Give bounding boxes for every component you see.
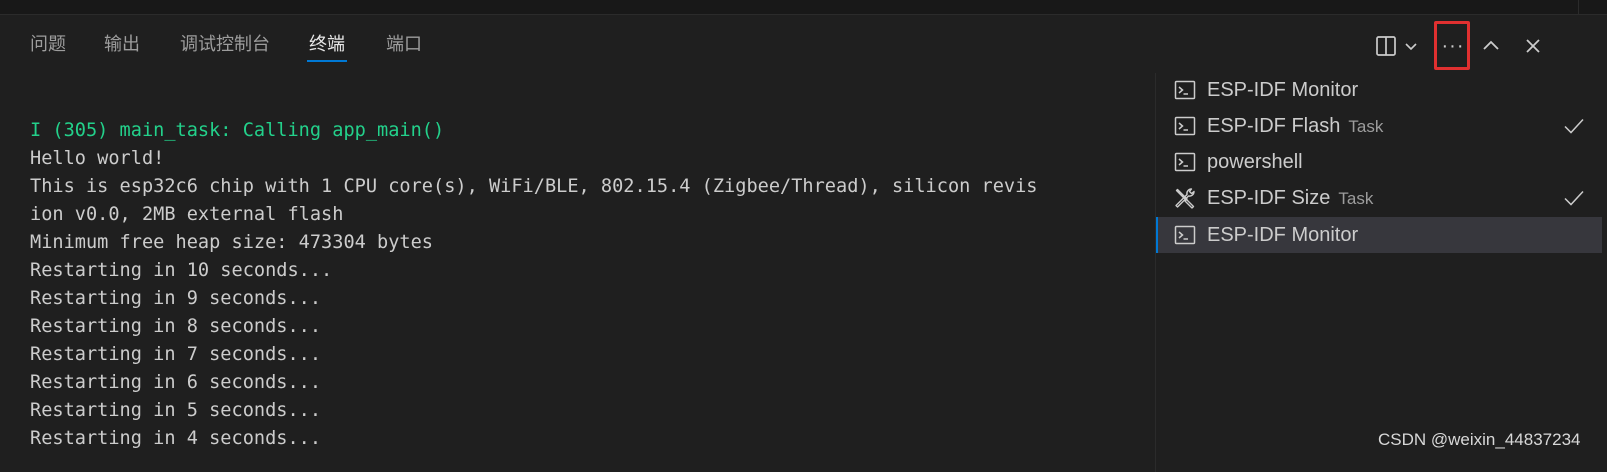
- tools-icon: [1175, 188, 1195, 209]
- tab-output[interactable]: 输出: [104, 31, 140, 61]
- tab-ports[interactable]: 端口: [386, 31, 422, 61]
- terminal-tab-kind: Task: [1348, 117, 1384, 136]
- editor-bottom-edge: [0, 0, 1607, 15]
- split-terminal-icon: [1376, 36, 1396, 56]
- terminal-tab-label: ESP-IDF Monitor: [1207, 76, 1358, 104]
- tab-problems[interactable]: 问题: [30, 31, 66, 61]
- terminal-line: Restarting in 6 seconds...: [30, 372, 322, 393]
- terminal-tab-name: ESP-IDF Monitor: [1207, 79, 1359, 101]
- terminal-line: Hello world!: [30, 148, 165, 169]
- terminal-line: Restarting in 10 seconds...: [30, 260, 333, 281]
- check-icon: [1564, 190, 1584, 206]
- terminal-tab-label: ESP-IDF Monitor: [1207, 221, 1358, 249]
- terminal-tab-esp-idf-monitor-active[interactable]: ESP-IDF Monitor: [1156, 217, 1602, 253]
- terminal-line: This is esp32c6 chip with 1 CPU core(s),…: [30, 176, 1038, 197]
- terminal-tab-powershell[interactable]: powershell: [1156, 144, 1602, 180]
- terminal-line: ion v0.0, 2MB external flash: [30, 204, 344, 225]
- tab-debug-console[interactable]: 调试控制台: [180, 31, 270, 61]
- more-actions-button[interactable]: ···: [1436, 32, 1470, 60]
- terminal-tab-label: powershell: [1207, 148, 1303, 176]
- terminal-line: Restarting in 7 seconds...: [30, 344, 322, 365]
- editor-divider: [1578, 0, 1579, 14]
- terminal-tab-esp-idf-size[interactable]: ESP-IDF Size Task: [1156, 180, 1602, 216]
- check-icon: [1564, 118, 1584, 134]
- terminal-line: Restarting in 9 seconds...: [30, 288, 322, 309]
- terminal-tab-name: powershell: [1207, 151, 1303, 173]
- terminal-tab-name: ESP-IDF Size: [1207, 187, 1331, 209]
- terminal-tab-name: ESP-IDF Monitor: [1207, 224, 1359, 246]
- terminal-tab-label: ESP-IDF Size Task: [1207, 184, 1373, 213]
- tab-terminal[interactable]: 终端: [307, 31, 347, 62]
- terminal-line: I (305) main_task: Calling app_main(): [30, 120, 445, 141]
- terminal-icon: [1174, 116, 1196, 136]
- close-panel-button[interactable]: [1519, 32, 1547, 60]
- launch-profile-dropdown-button[interactable]: [1398, 32, 1424, 60]
- terminal-tabs-list: ESP-IDF Monitor ESP-IDF Flash Task powers…: [1155, 73, 1607, 472]
- terminal-tab-label: ESP-IDF Flash Task: [1207, 112, 1383, 141]
- terminal-line: Minimum free heap size: 473304 bytes: [30, 232, 433, 253]
- terminal-tab-kind: Task: [1338, 189, 1374, 208]
- maximize-panel-icon: [1483, 40, 1499, 50]
- terminal-icon: [1174, 80, 1196, 100]
- terminal-line: Restarting in 4 seconds...: [30, 428, 322, 449]
- close-panel-icon: [1526, 39, 1540, 53]
- terminal-output[interactable]: I (305) main_task: Calling app_main() He…: [0, 73, 1155, 472]
- panel-header: 问题 输出 调试控制台 终端 端口 ···: [0, 15, 1607, 73]
- terminal-tab-name: ESP-IDF Flash: [1207, 115, 1341, 137]
- terminal-icon: [1174, 152, 1196, 172]
- maximize-panel-button[interactable]: [1477, 32, 1505, 60]
- more-actions-icon: ···: [1441, 35, 1465, 57]
- terminal-icon: [1174, 225, 1196, 245]
- terminal-line: Restarting in 8 seconds...: [30, 316, 322, 337]
- terminal-tab-esp-idf-flash[interactable]: ESP-IDF Flash Task: [1156, 108, 1602, 144]
- watermark: CSDN @weixin_44837234: [1378, 430, 1581, 449]
- chevron-down-icon: [1405, 43, 1417, 51]
- split-terminal-button[interactable]: [1372, 32, 1400, 60]
- terminal-line: Restarting in 5 seconds...: [30, 400, 322, 421]
- terminal-tab-esp-idf-monitor[interactable]: ESP-IDF Monitor: [1156, 72, 1602, 108]
